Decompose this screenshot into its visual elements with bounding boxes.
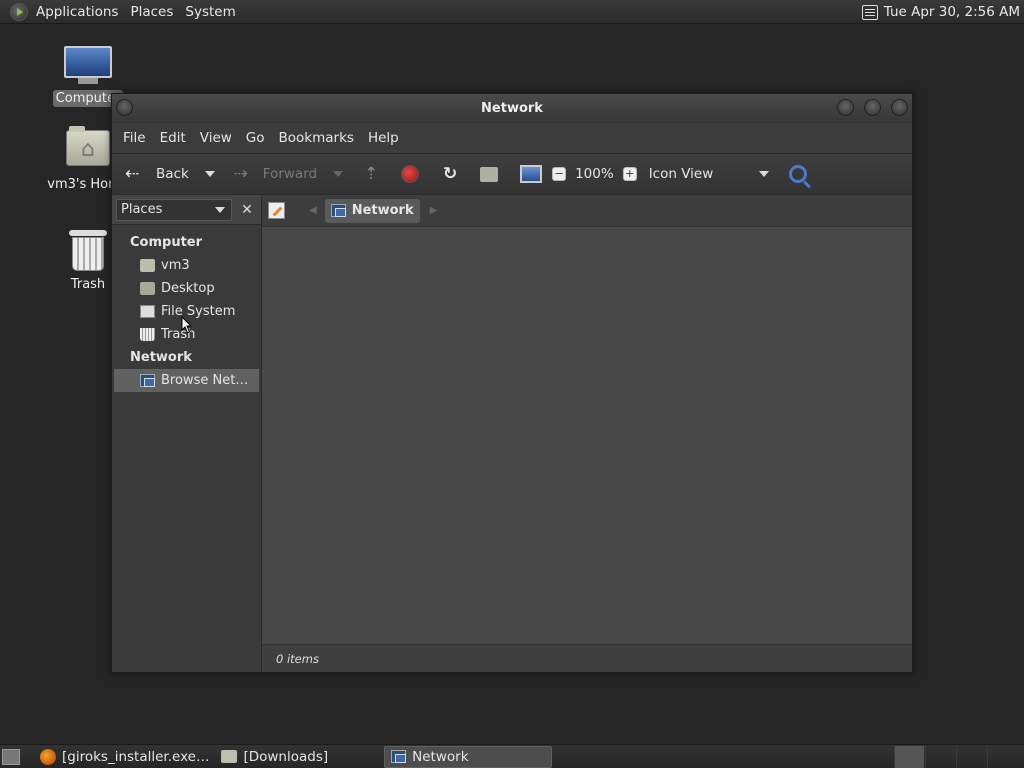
menubar: File Edit View Go Bookmarks Help (112, 123, 912, 153)
home-icon (140, 259, 155, 272)
taskbar-item-installer[interactable]: [giroks_installer.exe… (34, 746, 215, 768)
chevron-down-icon (215, 206, 225, 213)
network-icon (330, 204, 346, 217)
file-manager-window: Network File Edit View Go Bookmarks Help… (111, 93, 913, 673)
back-label: Back (156, 166, 189, 182)
statusbar: 0 items (262, 644, 912, 672)
path-button-network[interactable]: Network (324, 198, 420, 223)
workspace-1[interactable] (894, 746, 924, 768)
computer-icon (64, 46, 112, 84)
back-arrow-icon: ⇠ (124, 164, 140, 184)
show-desktop-icon[interactable] (2, 748, 20, 765)
firefox-icon (40, 748, 56, 765)
chevron-down-icon (758, 171, 769, 177)
home-icon[interactable] (480, 166, 499, 182)
taskbar-item-label: Network (412, 748, 469, 765)
workspace-4[interactable] (987, 746, 1017, 768)
menu-help[interactable]: Help (361, 130, 406, 146)
mouse-cursor-icon (181, 315, 193, 338)
bottom-panel: [giroks_installer.exe… [Downloads] Netwo… (0, 744, 1024, 768)
close-sidebar-icon[interactable]: ✕ (236, 199, 258, 221)
path-scroll-left-icon[interactable]: ◀ (309, 205, 317, 216)
view-mode-select[interactable]: Icon View (649, 166, 769, 182)
maximize-button[interactable] (864, 99, 881, 116)
zoom-in-icon[interactable]: + (622, 167, 637, 181)
menu-edit[interactable]: Edit (153, 130, 193, 146)
sidebar-item-label: File System (161, 304, 236, 319)
window-menu-icon[interactable] (116, 99, 133, 116)
sidebar-item-label: Browse Net… (161, 373, 249, 388)
path-scroll-right-icon[interactable]: ▶ (430, 205, 438, 216)
forward-label: Forward (262, 166, 318, 182)
back-button[interactable]: ⇠ Back (122, 164, 189, 184)
zoom-out-icon[interactable]: − (552, 167, 567, 181)
top-panel: Applications Places System Tue Apr 30, 2… (0, 0, 1024, 24)
path-button-label: Network (351, 203, 414, 218)
file-icon-view[interactable] (262, 227, 912, 644)
menu-applications[interactable]: Applications (30, 4, 124, 20)
menu-go[interactable]: Go (239, 130, 272, 146)
home-folder-icon (66, 126, 110, 166)
desktop-icon (140, 282, 155, 295)
sidebar-section-network: Network (130, 350, 192, 365)
sidebar-item-vm3[interactable]: vm3 (112, 254, 261, 277)
sidebar-item-label: Desktop (161, 281, 215, 296)
zoom-level: 100% (575, 166, 614, 182)
calendar-icon (861, 4, 878, 20)
content-area: Places ✕ Computer vm3 Desktop File Syste… (112, 195, 912, 672)
clock-text: Tue Apr 30, 2:56 AM (883, 4, 1020, 20)
window-titlebar[interactable]: Network (112, 94, 912, 123)
filesystem-icon (140, 305, 155, 318)
sidebar-header: Places ✕ (112, 195, 261, 225)
sidebar-item-desktop[interactable]: Desktop (112, 277, 261, 300)
forward-arrow-icon: ⇢ (233, 164, 248, 184)
menu-bookmarks[interactable]: Bookmarks (272, 130, 361, 146)
window-title: Network (481, 101, 543, 116)
computer-icon[interactable] (520, 165, 543, 183)
view-mode-label: Icon View (648, 166, 714, 182)
taskbar-item-network[interactable]: Network (384, 745, 553, 768)
sidebar-mode-select[interactable]: Places (116, 198, 232, 221)
up-arrow-icon[interactable]: ⇡ (361, 164, 381, 184)
taskbar-item-label: [Downloads] (243, 748, 329, 765)
taskbar-item-downloads[interactable]: [Downloads] (215, 746, 334, 768)
sidebar-item-browse-network[interactable]: Browse Net… (114, 369, 259, 392)
close-button[interactable] (891, 99, 908, 116)
status-text: 0 items (276, 651, 319, 666)
sidebar-mode-label: Places (121, 202, 163, 217)
network-icon (391, 750, 407, 763)
main-pane: ◀ Network ▶ 0 items (262, 195, 912, 672)
desktop-icon-label: Trash (70, 277, 106, 292)
sidebar-item-label: vm3 (161, 258, 190, 273)
reload-icon[interactable]: ↻ (440, 164, 460, 184)
sidebar-section-computer: Computer (130, 235, 203, 250)
trash-icon (69, 230, 107, 272)
edit-location-icon[interactable] (268, 202, 285, 219)
forward-button[interactable]: ⇢ Forward (231, 164, 317, 184)
distro-logo-icon[interactable] (10, 2, 28, 21)
folder-icon (221, 750, 238, 763)
top-menu: Applications Places System (30, 0, 242, 24)
trash-icon (140, 328, 155, 341)
sidebar: Places ✕ Computer vm3 Desktop File Syste… (112, 195, 262, 672)
workspace-2[interactable] (925, 746, 955, 768)
pathbar: ◀ Network ▶ (262, 195, 912, 227)
clock-area[interactable]: Tue Apr 30, 2:56 AM (861, 0, 1020, 24)
minimize-button[interactable] (837, 99, 854, 116)
forward-history-dropdown[interactable] (333, 171, 344, 177)
network-icon (140, 374, 155, 387)
taskbar-item-label: [giroks_installer.exe… (62, 748, 210, 765)
toolbar: ⇠ Back ⇢ Forward ⇡ ↻ − 100% + Icon View (112, 153, 912, 195)
workspace-3[interactable] (956, 746, 986, 768)
menu-view[interactable]: View (193, 130, 239, 146)
stop-icon[interactable] (401, 165, 420, 183)
search-icon[interactable] (788, 165, 807, 183)
menu-places[interactable]: Places (124, 4, 179, 20)
menu-system[interactable]: System (179, 4, 241, 20)
menu-file[interactable]: File (116, 130, 153, 146)
back-history-dropdown[interactable] (204, 171, 215, 177)
